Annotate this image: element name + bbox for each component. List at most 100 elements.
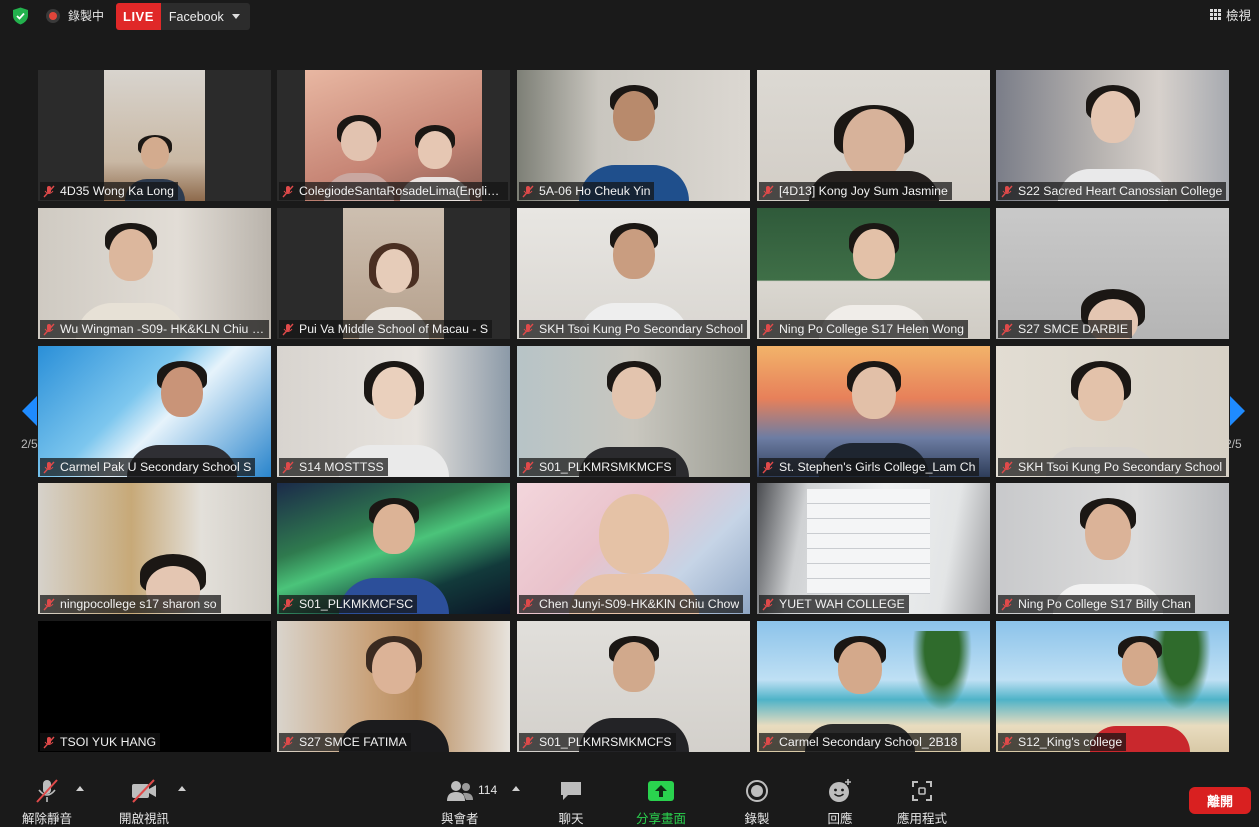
participants-button[interactable]: 與會者 [441,778,479,827]
participant-name: S01_PLKMRSMKMCFS [539,460,672,474]
mic-muted-icon [1001,185,1013,197]
mic-muted-icon [43,736,55,748]
mic-muted-icon [43,185,55,197]
view-button[interactable]: 檢視 [1209,5,1251,24]
participant-name: Pui Va Middle School of Macau - S [299,322,489,336]
mic-muted-icon [762,461,774,473]
participant-name: Carmel Secondary School_2B18 [779,735,958,749]
participants-label: 與會者 [441,812,479,826]
video-tile[interactable]: ningpocollege s17 sharon so [38,483,271,614]
video-tile[interactable]: ColegiodeSantaRosadeLima(English Section… [277,70,510,201]
video-tile[interactable]: S01_PLKMKMCFSC [277,483,510,614]
live-destination-label: Facebook [168,9,224,24]
video-tile[interactable]: Carmel Secondary School_2B18 [757,621,990,752]
mic-muted-icon [43,323,55,335]
grid-view-icon [1209,9,1221,20]
page-indicator-left: 2/5 [21,437,38,451]
share-screen-button[interactable]: 分享畫面 [636,778,686,827]
participant-name: Chen Junyi-S09-HK&KlN Chiu Chow [539,597,740,611]
start-video-button[interactable]: 開啟視訊 [119,778,169,827]
participant-name: St. Stephen's Girls College_Lam Ch [779,460,976,474]
mic-muted-icon [522,736,534,748]
participant-name: S27 SMCE DARBIE [1018,322,1129,336]
participant-nameplate: Carmel Pak U Secondary School S [40,458,256,476]
participant-nameplate: S27 SMCE DARBIE [998,320,1133,338]
participants-count: 114 [478,783,498,797]
video-tile[interactable]: 5A-06 Ho Cheuk Yin [517,70,750,201]
participant-nameplate: Carmel Secondary School_2B18 [759,733,962,751]
participant-name: [4D13] Kong Joy Sum Jasmine [779,184,948,198]
mic-muted-icon [1001,323,1013,335]
mic-muted-icon [282,185,294,197]
video-tile[interactable]: S14 MOSTTSS [277,346,510,477]
video-tile[interactable]: 4D35 Wong Ka Long [38,70,271,201]
video-tile[interactable]: Carmel Pak U Secondary School S [38,346,271,477]
next-page-arrow-icon[interactable] [1228,394,1248,428]
apps-button[interactable]: 應用程式 [897,778,947,827]
previous-page-arrow-icon[interactable] [19,394,39,428]
leave-button[interactable]: 離開 [1189,787,1251,814]
unmute-button[interactable]: 解除靜音 [22,778,72,827]
video-tile[interactable]: S01_PLKMRSMKMCFS [517,621,750,752]
video-tile[interactable]: S22 Sacred Heart Canossian College [996,70,1229,201]
participant-nameplate: YUET WAH COLLEGE [759,595,909,613]
participant-name: S22 Sacred Heart Canossian College [1018,184,1223,198]
security-shield-icon[interactable] [12,7,29,25]
unmute-label: 解除靜音 [22,812,73,826]
participant-nameplate: Wu Wingman -S09- HK&KLN Chiu Chow [40,320,269,338]
apps-icon [908,778,936,804]
video-tile[interactable]: St. Stephen's Girls College_Lam Ch [757,346,990,477]
video-tile[interactable]: Ning Po College S17 Billy Chan [996,483,1229,614]
participant-name: S01_PLKMRSMKMCFS [539,735,672,749]
participant-name: S14 MOSTTSS [299,460,384,474]
video-tile[interactable]: SKH Tsoi Kung Po Secondary School [996,346,1229,477]
mic-muted-icon [1001,736,1013,748]
share-screen-icon [647,778,675,804]
video-tile[interactable]: YUET WAH COLLEGE [757,483,990,614]
video-tile[interactable]: S01_PLKMRSMKMCFS [517,346,750,477]
video-tile[interactable]: [4D13] Kong Joy Sum Jasmine [757,70,990,201]
audio-options-chevron-up-icon[interactable] [76,786,84,791]
live-stream-indicator[interactable]: LIVE Facebook [116,3,250,30]
participant-nameplate: SKH Tsoi Kung Po Secondary School [519,320,748,338]
participants-icon [446,778,474,804]
recording-indicator[interactable]: 錄製中 [46,7,104,24]
participant-name: Wu Wingman -S09- HK&KLN Chiu Chow [60,322,265,336]
chat-button[interactable]: 聊天 [557,778,585,827]
participant-name: ColegiodeSantaRosadeLima(English Section… [299,184,504,198]
chat-icon [557,778,585,804]
participants-chevron-up-icon[interactable] [512,786,520,791]
participant-name: TSOI YUK HANG [60,735,157,749]
live-destination-dropdown[interactable]: Facebook [160,3,250,30]
participant-nameplate: Ning Po College S17 Billy Chan [998,595,1195,613]
participant-name: ningpocollege s17 sharon so [60,597,217,611]
participant-nameplate: Ning Po College S17 Helen Wong [759,320,969,338]
mic-muted-icon [1001,598,1013,610]
video-tile[interactable]: Wu Wingman -S09- HK&KLN Chiu Chow [38,208,271,339]
reactions-button[interactable]: 回應 [826,778,854,827]
recording-dot-icon [46,8,60,23]
video-tile[interactable]: Chen Junyi-S09-HK&KlN Chiu Chow [517,483,750,614]
video-tile[interactable]: SKH Tsoi Kung Po Secondary School [517,208,750,339]
mic-muted-icon [522,598,534,610]
participant-nameplate: S01_PLKMRSMKMCFS [519,733,676,751]
video-tile[interactable]: Pui Va Middle School of Macau - S [277,208,510,339]
participant-nameplate: S01_PLKMKMCFSC [279,595,418,613]
record-button[interactable]: 錄製 [743,778,771,827]
participant-nameplate: Pui Va Middle School of Macau - S [279,320,493,338]
participant-nameplate: S27 SMCE FATIMA [279,733,411,751]
video-tile[interactable]: S12_King's college [996,621,1229,752]
video-off-icon [130,778,158,804]
video-tile[interactable]: S27 SMCE FATIMA [277,621,510,752]
participant-name: Ning Po College S17 Helen Wong [779,322,965,336]
chat-label: 聊天 [558,812,584,826]
video-tile[interactable]: Ning Po College S17 Helen Wong [757,208,990,339]
participant-name: S12_King's college [1018,735,1123,749]
video-options-chevron-up-icon[interactable] [178,786,186,791]
video-tile[interactable]: TSOI YUK HANG [38,621,271,752]
participant-nameplate: S12_King's college [998,733,1127,751]
participant-nameplate: SKH Tsoi Kung Po Secondary School [998,458,1227,476]
video-tile[interactable]: S27 SMCE DARBIE [996,208,1229,339]
participant-nameplate: TSOI YUK HANG [40,733,161,751]
start-video-label: 開啟視訊 [119,812,170,826]
